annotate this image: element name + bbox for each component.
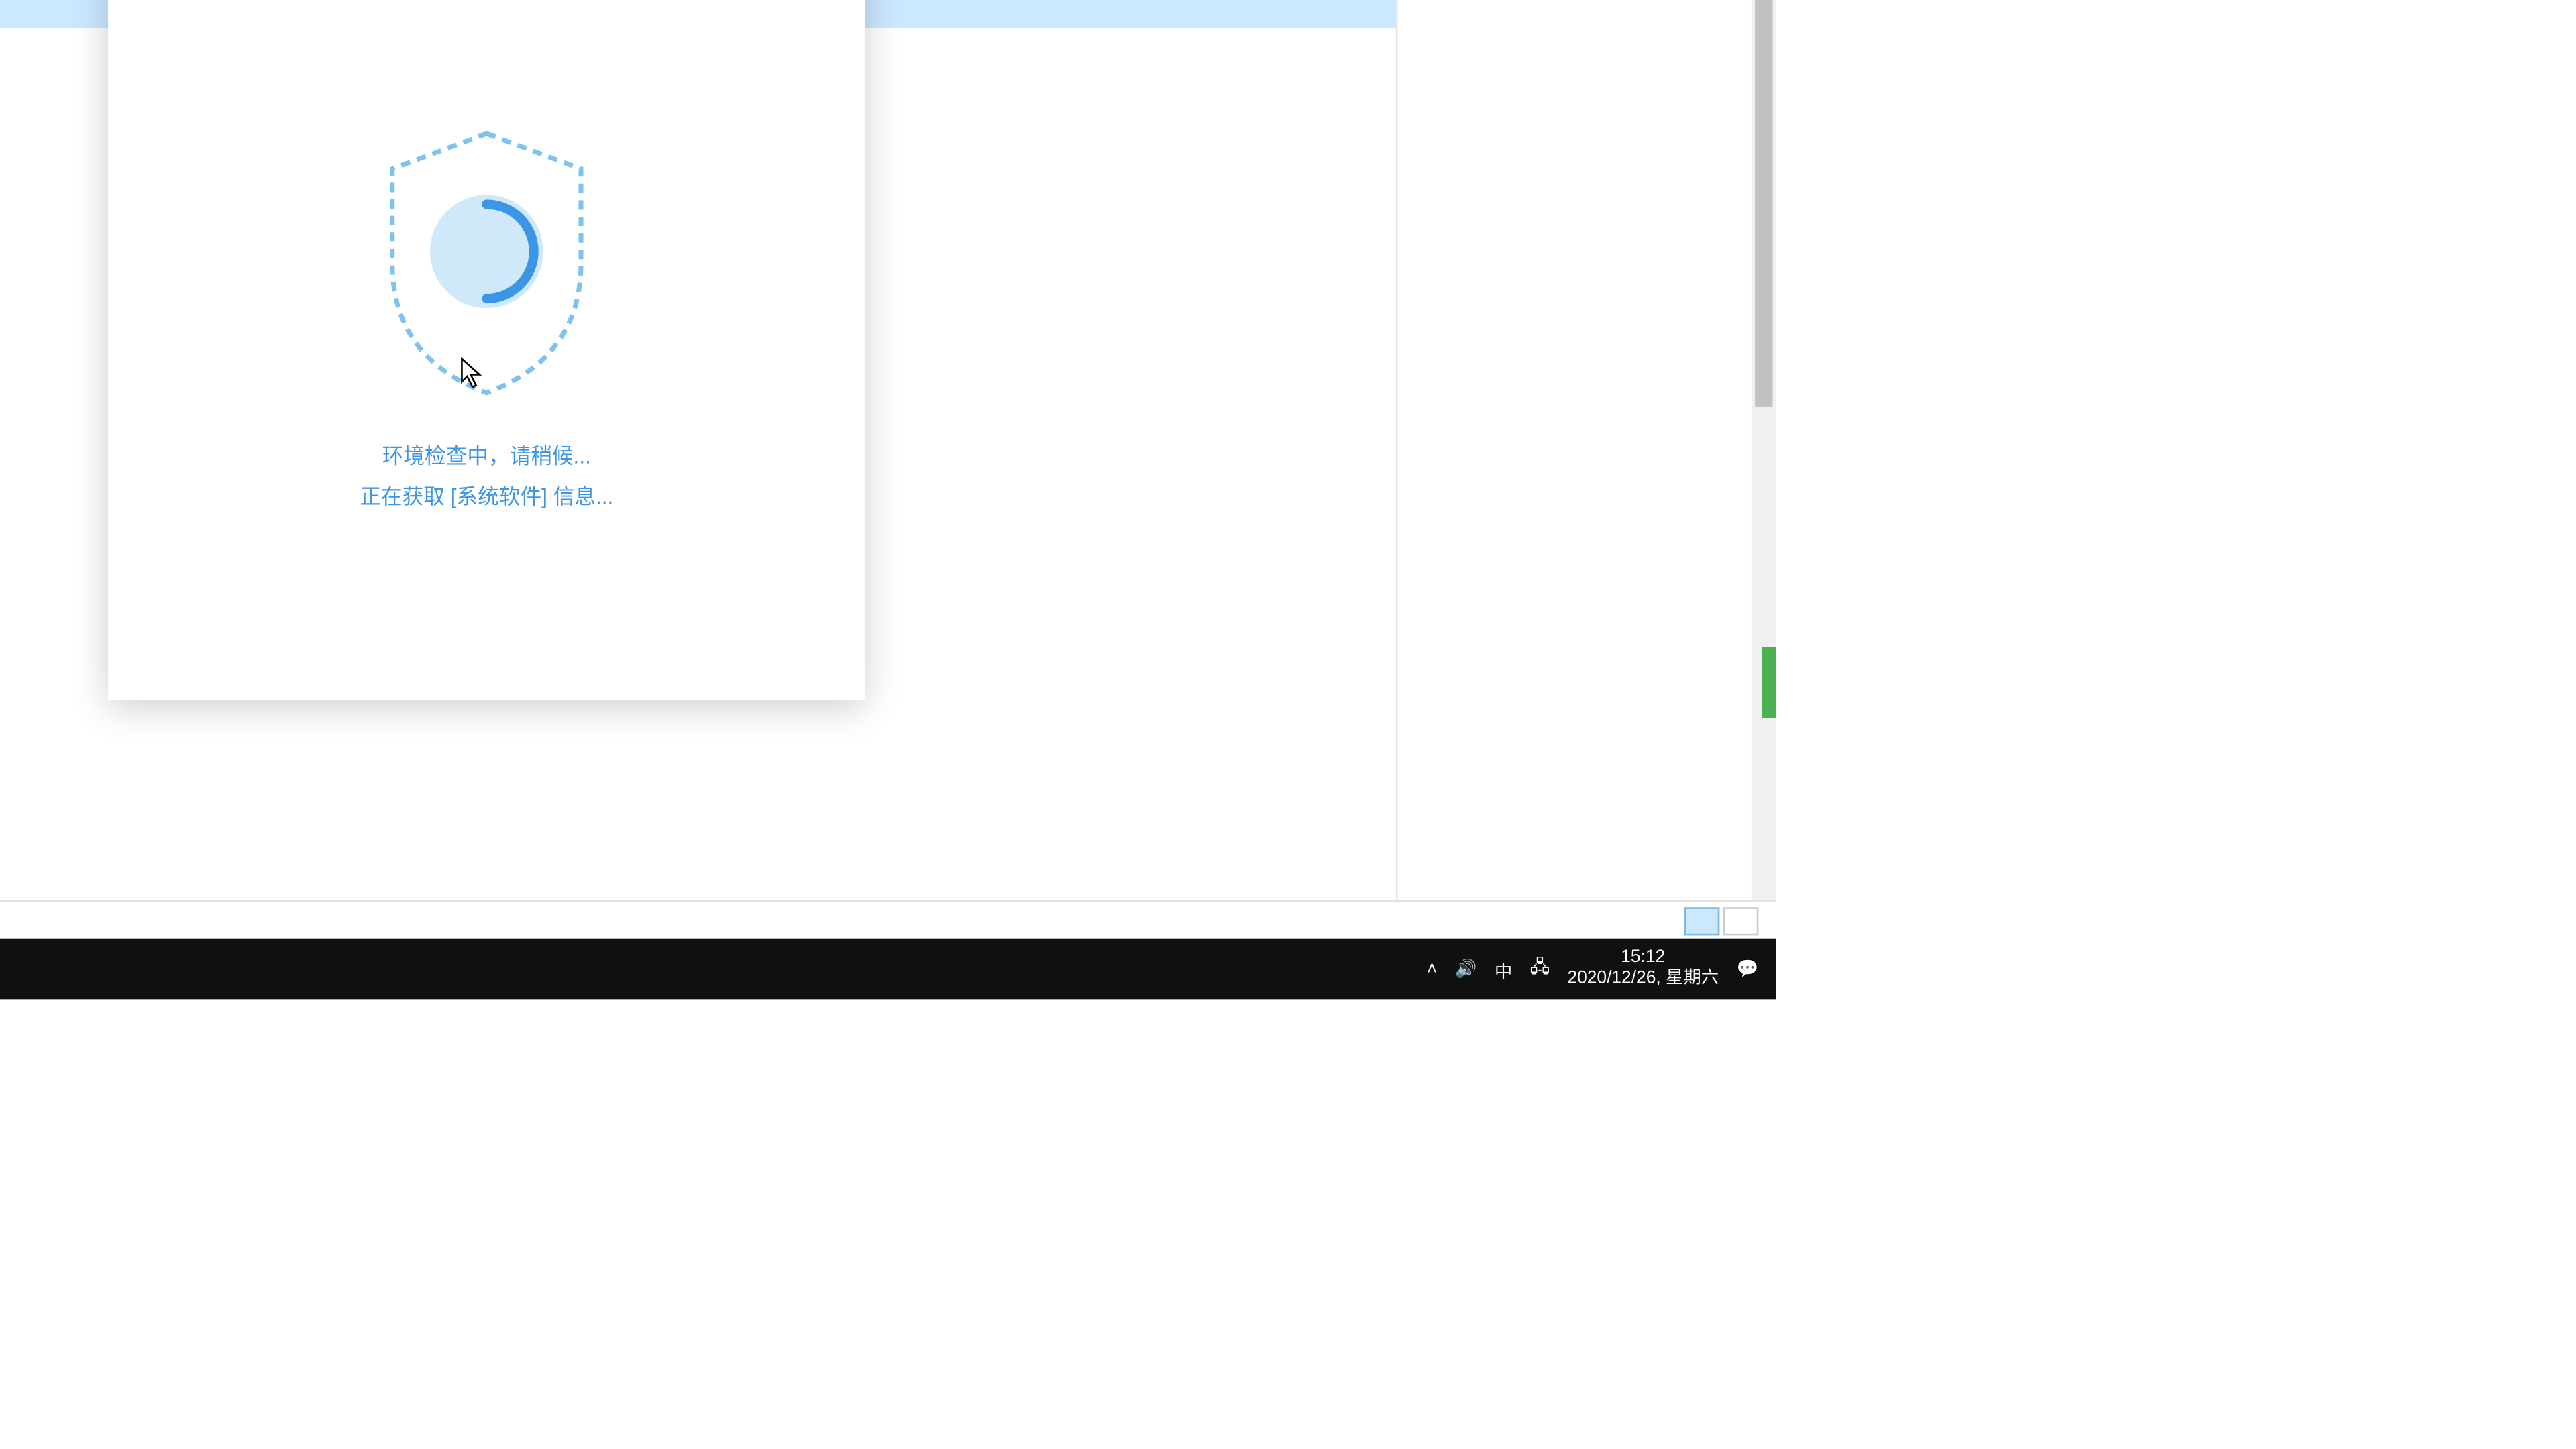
tray-date: 2020/12/26, 星期六 [1567,969,1719,991]
dialog-body: 环境检查中，请稍候... 正在获取 [系统软件] 信息... [108,0,865,700]
ime-indicator[interactable]: 中 [1495,956,1512,983]
shield-icon [363,121,610,405]
file-name: 本地硬盘安装.exe [0,0,99,27]
details-pane: 本地硬盘安装.exe 应用程序 修改日期:2020/10/12, 星期一 15:… [1396,0,1776,900]
taskbar: 🔍 ⊞ 📁 ♞ ˄ 🔊 中 🖧 15:12 2020/12/26, 星期六 💬 [0,939,1776,1000]
clock[interactable]: 15:12 2020/12/26, 星期六 [1567,948,1719,990]
scrollbar-thumb[interactable] [1755,0,1772,406]
installer-dialog: 联系客服 ≡ — ✕ ♞ 云骑士装机大师 www.yunqishi.net ⎙启… [108,0,865,700]
dialog-status-2: 正在获取 [系统软件] 信息... [360,481,613,511]
resize-handle[interactable] [1762,647,1776,718]
network-tray-icon[interactable]: 🖧 [1530,954,1550,984]
tray-time: 15:12 [1567,948,1719,969]
view-details-button[interactable] [1684,906,1720,934]
file-name: 硬盘安装教程.html [0,60,99,91]
file-name: 光盘说明.TXT [0,29,99,59]
tray-up-icon[interactable]: ˄ [1427,959,1437,979]
status-bar: 12 个项目 选中 1 个项目 27.6 MB [0,900,1776,939]
vertical-scrollbar[interactable] [1752,0,1776,900]
dialog-status-1: 环境检查中，请稍候... [382,440,591,470]
action-center-icon[interactable]: 💬 [1737,959,1759,979]
volume-icon[interactable]: 🔊 [1455,959,1477,979]
view-icons-button[interactable] [1723,906,1759,934]
